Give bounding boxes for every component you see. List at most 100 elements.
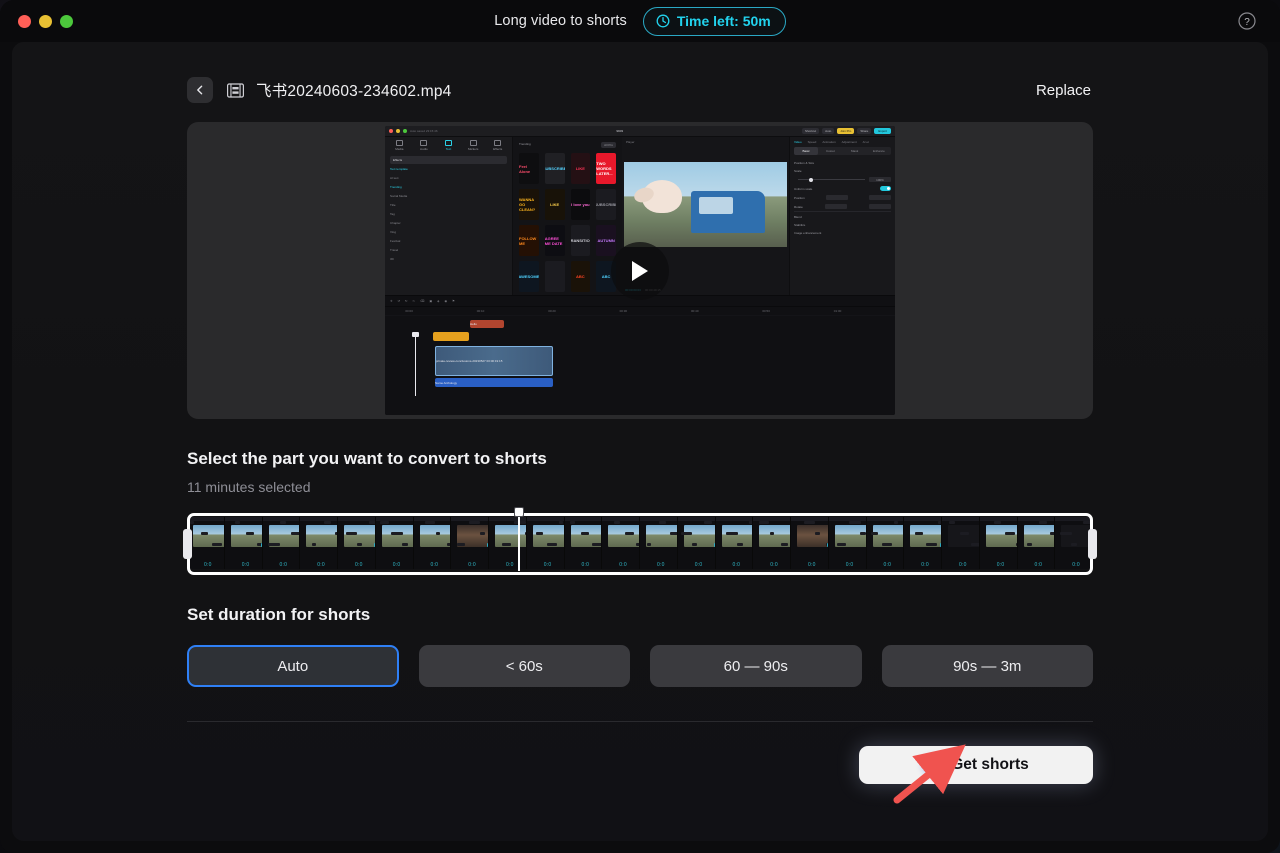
filmstrip-frame[interactable]: 0:0 <box>187 517 225 569</box>
filmstrip-frame[interactable]: 0:0 <box>1018 517 1056 569</box>
ruler-mark-3: 00:30 <box>620 309 628 313</box>
frame-detail-block <box>681 532 692 535</box>
frame-time-label: 0:0 <box>355 562 363 568</box>
frame-time-label: 0:0 <box>431 562 439 568</box>
frame-time-label: 0:0 <box>619 562 627 568</box>
ruler-mark-5: 00:50 <box>762 309 770 313</box>
filmstrip-frame[interactable]: 0:0 <box>1055 517 1093 569</box>
editor-sidebar-list: Effects Text template AI text Trending S… <box>385 153 512 266</box>
frame-detail-block <box>614 521 620 524</box>
frame-detail-block <box>815 532 820 535</box>
get-shorts-button[interactable]: Get shorts <box>859 746 1093 784</box>
playhead-handle[interactable] <box>514 507 524 517</box>
filmstrip-frame[interactable]: 0:0 <box>753 517 791 569</box>
filmstrip-frame[interactable]: 0:0 <box>678 517 716 569</box>
ruler-mark-2: 00:20 <box>548 309 556 313</box>
duration-option-under-60s[interactable]: < 60s <box>419 645 631 687</box>
back-button[interactable] <box>187 77 213 103</box>
filmstrip-frame[interactable]: 0:0 <box>451 517 489 569</box>
frame-detail-block <box>1039 521 1047 524</box>
frame-detail-block <box>391 532 403 535</box>
filmstrip-frame[interactable]: 0:0 <box>980 517 1018 569</box>
timeline-playhead[interactable] <box>518 515 520 571</box>
filmstrip-frame[interactable]: 0:0 <box>376 517 414 569</box>
filmstrip-frame[interactable]: 0:0 <box>602 517 640 569</box>
selected-duration-label: 11 minutes selected <box>187 479 1093 495</box>
close-window-button[interactable] <box>18 15 31 28</box>
frame-detail-block <box>1083 521 1092 524</box>
frame-detail-block <box>759 521 769 524</box>
editor-template-11: AUTUMN <box>596 225 616 256</box>
frame-detail-block <box>291 532 300 535</box>
editor-template-9: AGREE ME DATE <box>545 225 565 256</box>
filmstrip-frame[interactable]: 0:0 <box>338 517 376 569</box>
filmstrip-frame[interactable]: 0:0 <box>300 517 338 569</box>
duration-option-90s-3m[interactable]: 90s — 3m <box>882 645 1094 687</box>
frame-detail-block <box>692 543 697 546</box>
frame-detail-block <box>915 532 923 535</box>
replace-button[interactable]: Replace <box>1034 78 1093 103</box>
ai-sphere-icon <box>923 757 940 774</box>
filmstrip-frame[interactable]: 0:0 <box>225 517 263 569</box>
help-button[interactable]: ? <box>1236 10 1258 32</box>
frame-detail-block <box>849 521 861 524</box>
frame-detail-block <box>781 543 788 546</box>
frame-detail-block <box>704 521 712 524</box>
frame-time-label: 0:0 <box>770 562 778 568</box>
frame-detail-block <box>625 532 634 535</box>
frame-detail-block <box>346 532 357 535</box>
inspector-stabilize-label: Stabilize <box>794 223 805 227</box>
duration-option-60-90s[interactable]: 60 — 90s <box>650 645 862 687</box>
filmstrip-frame[interactable]: 0:0 <box>829 517 867 569</box>
frame-detail-block <box>949 521 955 524</box>
filmstrip-frame[interactable]: 0:0 <box>640 517 678 569</box>
duration-option-auto[interactable]: Auto <box>187 645 399 687</box>
filmstrip[interactable]: 0:00:00:00:00:00:00:00:00:00:00:00:00:00… <box>187 517 1093 569</box>
inspector-blend-label: Blend <box>794 215 802 219</box>
filmstrip-frame[interactable]: 0:0 <box>565 517 603 569</box>
frame-time-label: 0:0 <box>733 562 741 568</box>
frame-detail-block <box>882 543 892 546</box>
frame-time-label: 0:0 <box>582 562 590 568</box>
chevron-left-icon <box>194 84 206 96</box>
inspector-seg-cutout: Cutout <box>818 147 842 155</box>
frame-detail-block <box>659 521 666 524</box>
filmstrip-frame[interactable]: 0:0 <box>904 517 942 569</box>
inspector-scale-label: Scale <box>794 169 802 173</box>
filmstrip-frame[interactable]: 0:0 <box>489 517 527 569</box>
video-preview-panel[interactable]: Auto saved 23:15:46 9903 Shortcut Auto J… <box>187 122 1093 419</box>
filmstrip-frame[interactable]: 0:0 <box>942 517 980 569</box>
filmstrip-frame[interactable]: 0:0 <box>527 517 565 569</box>
frame-topbar <box>867 517 904 521</box>
inspector-seg-enhance: Enhance <box>867 147 891 155</box>
editor-tab-audio: Audio <box>412 140 437 151</box>
filmstrip-frame[interactable]: 0:0 <box>791 517 829 569</box>
editor-timeline: ✛↺↻✂⌫▣◈◉⚑ 00:00 00:10 00:20 00:30 00:40 … <box>385 295 895 415</box>
filmstrip-frame[interactable]: 0:0 <box>263 517 301 569</box>
frame-detail-block <box>480 532 485 535</box>
filmstrip-frame[interactable]: 0:0 <box>716 517 754 569</box>
minimize-window-button[interactable] <box>39 15 52 28</box>
window-title: Long video to shorts <box>494 13 627 29</box>
filmstrip-frame[interactable]: 0:0 <box>867 517 905 569</box>
play-button[interactable] <box>611 242 669 300</box>
frame-time-label: 0:0 <box>808 562 816 568</box>
filmstrip-frame[interactable]: 0:0 <box>414 517 452 569</box>
frame-detail-block <box>1060 532 1072 535</box>
frame-thumbnail <box>608 525 640 547</box>
frame-detail-block <box>547 543 557 546</box>
editor-player-label: Player <box>622 137 789 147</box>
timeline-selector[interactable]: 0:00:00:00:00:00:00:00:00:00:00:00:00:00… <box>187 513 1093 575</box>
frame-time-label: 0:0 <box>544 562 552 568</box>
editor-section-label: Trending <box>519 142 531 148</box>
inspector-tab-speed: Speed <box>808 140 817 144</box>
maximize-window-button[interactable] <box>60 15 73 28</box>
footer: Get shorts <box>187 722 1093 812</box>
inspector-tab-animation: Animation <box>822 140 835 144</box>
inspector-seg-basic: Basic <box>794 147 818 155</box>
van-graphic <box>691 191 765 233</box>
frame-detail-block <box>894 521 898 524</box>
frame-time-label: 0:0 <box>657 562 665 568</box>
frame-time-label: 0:0 <box>506 562 514 568</box>
frame-thumbnail <box>306 525 338 547</box>
